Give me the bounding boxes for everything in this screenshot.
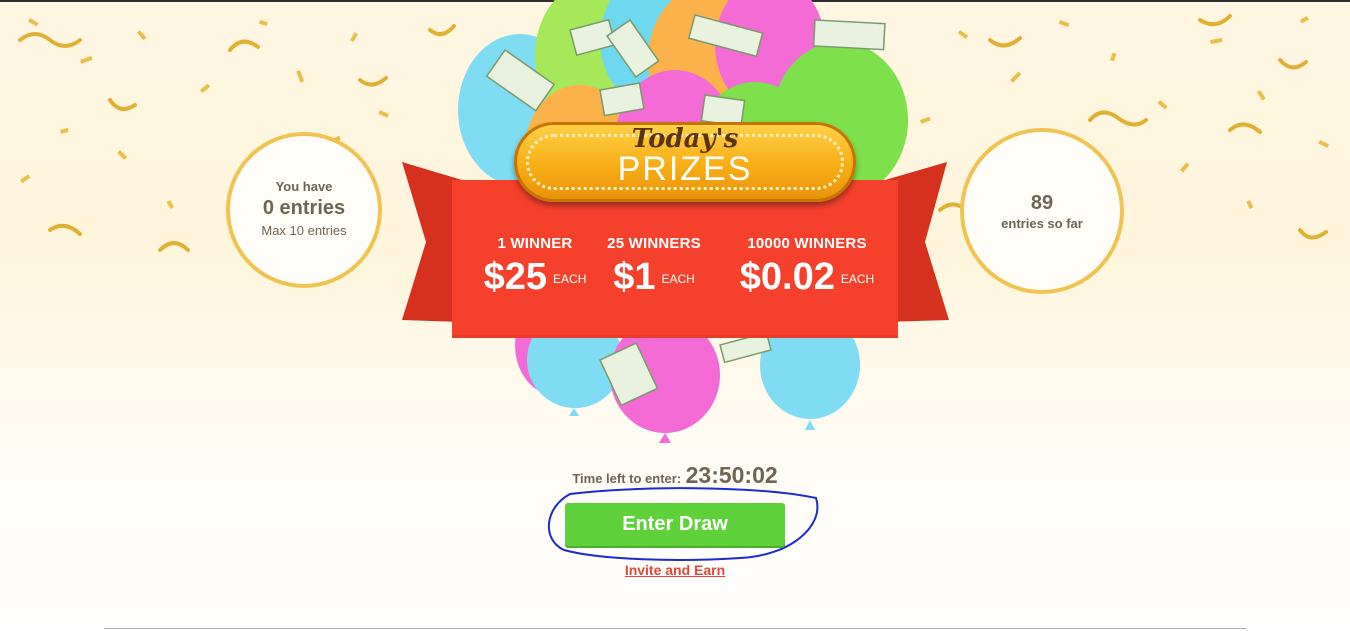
prize-amount: $0.02 EACH (722, 254, 892, 302)
prize-tier-2: 25 WINNERS $1 EACH (594, 235, 714, 302)
prize-each-label: EACH (661, 272, 695, 286)
prize-winners-label: 25 WINNERS (607, 235, 701, 252)
prize-winners-label: 1 WINNER (497, 235, 573, 252)
entries-intro: You have (275, 179, 333, 194)
prize-each-label: EACH (553, 272, 587, 286)
badge-prizes-text: PRIZES (617, 150, 753, 188)
timer-label: Time left to enter: (572, 471, 682, 486)
prize-amount-value: $1 (613, 256, 656, 298)
timer-value: 23:50:02 (685, 462, 778, 488)
prize-amount-value: $0.02 (739, 256, 835, 298)
todays-prizes-badge: Today's PRIZES (514, 122, 856, 202)
invite-and-earn-link[interactable]: Invite and Earn (0, 562, 1350, 578)
total-entries-count: 89 (1030, 192, 1054, 214)
enter-draw-button[interactable]: Enter Draw (565, 503, 785, 546)
bottom-divider (104, 628, 1246, 629)
prize-each-label: EACH (840, 272, 875, 286)
entries-count: 0 entries (262, 197, 346, 219)
user-entries-circle: You have 0 entries Max 10 entries (226, 132, 382, 288)
entries-max: Max 10 entries (261, 223, 347, 238)
prize-amount: $25 EACH (460, 254, 610, 302)
prize-tier-1: 1 WINNER $25 EACH (460, 235, 610, 302)
countdown-timer: Time left to enter: 23:50:02 (0, 462, 1350, 489)
total-entries-label: entries so far (1001, 216, 1083, 231)
total-entries-circle: 89 entries so far (960, 128, 1124, 294)
prize-amount: $1 EACH (594, 254, 714, 302)
prize-amount-value: $25 (483, 256, 548, 298)
prizes-banner: 1 WINNER $25 EACH 25 WINNERS $1 EACH 10000… (452, 180, 898, 338)
prize-tier-3: 10000 WINNERS $0.02 EACH (722, 235, 892, 302)
prize-winners-label: 10000 WINNERS (747, 235, 867, 252)
